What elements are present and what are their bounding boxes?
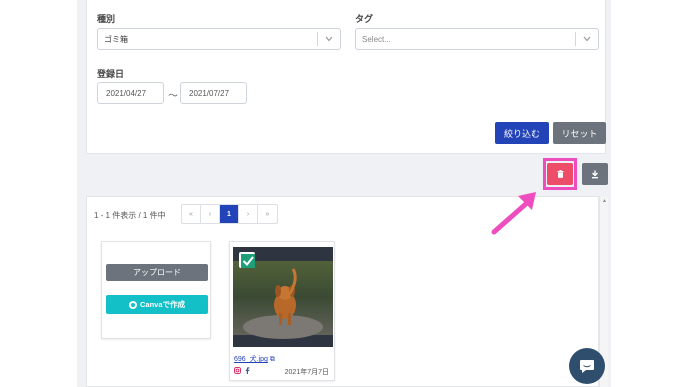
filter-card: 種別 ゴミ箱 タグ Select... 登録日 2021/04/27 〜 202… (86, 0, 606, 154)
result-count: 1 - 1 件表示 / 1 件中 (94, 211, 166, 220)
download-button[interactable] (582, 163, 608, 185)
media-item-card[interactable]: 696_犬.jpg ⧉ 2021年7月7日 (229, 241, 335, 381)
media-date: 2021年7月7日 (284, 369, 329, 376)
pagination-first[interactable]: « (182, 205, 201, 223)
tag-select[interactable]: Select... (355, 28, 599, 50)
chat-icon (580, 360, 594, 373)
canva-icon (128, 300, 137, 309)
apply-filter-button[interactable]: 絞り込む (495, 122, 549, 144)
pagination-prev[interactable]: ‹ (201, 205, 220, 223)
annotation-arrow-icon (491, 192, 536, 235)
instagram-icon (234, 367, 241, 374)
category-select[interactable]: ゴミ箱 (97, 28, 341, 50)
date-label: 登録日 (97, 69, 125, 79)
chevron-down-icon[interactable] (318, 35, 340, 44)
date-separator: 〜 (168, 91, 178, 102)
selected-checkbox[interactable] (239, 252, 255, 268)
tag-select-placeholder: Select... (362, 34, 391, 44)
chat-button[interactable] (569, 348, 605, 384)
facebook-icon (245, 367, 250, 374)
date-to-input[interactable]: 2021/07/27 (180, 82, 247, 104)
category-label: 種別 (97, 14, 116, 24)
annotation-highlight-box (543, 158, 577, 190)
upload-button[interactable]: アップロード (106, 264, 208, 281)
media-filename: 696_犬.jpg (234, 356, 268, 363)
pagination: « ‹ 1 › » (181, 204, 278, 224)
chevron-down-icon[interactable] (576, 35, 598, 44)
download-icon (592, 170, 598, 178)
tag-label: タグ (355, 14, 374, 24)
external-link-icon: ⧉ (269, 356, 275, 363)
canva-create-button[interactable]: Canvaで作成 (106, 295, 208, 314)
media-filename-link[interactable]: 696_犬.jpg ⧉ (234, 354, 275, 364)
upload-card: アップロード Canvaで作成 (101, 241, 211, 339)
canva-button-label: Canvaで作成 (139, 300, 185, 309)
pagination-last[interactable]: » (258, 205, 277, 223)
pagination-current[interactable]: 1 (220, 205, 239, 223)
date-from-input[interactable]: 2021/04/27 (97, 82, 164, 104)
page: 種別 ゴミ箱 タグ Select... 登録日 2021/04/27 〜 202… (0, 0, 688, 387)
scroll-up-arrow-icon[interactable]: ▲ (602, 198, 607, 204)
category-select-value: ゴミ箱 (104, 34, 128, 44)
social-icons (234, 367, 250, 374)
reset-button[interactable]: リセット (553, 122, 606, 144)
dog-photo-thumbnail[interactable] (233, 247, 333, 347)
pagination-next[interactable]: › (239, 205, 258, 223)
